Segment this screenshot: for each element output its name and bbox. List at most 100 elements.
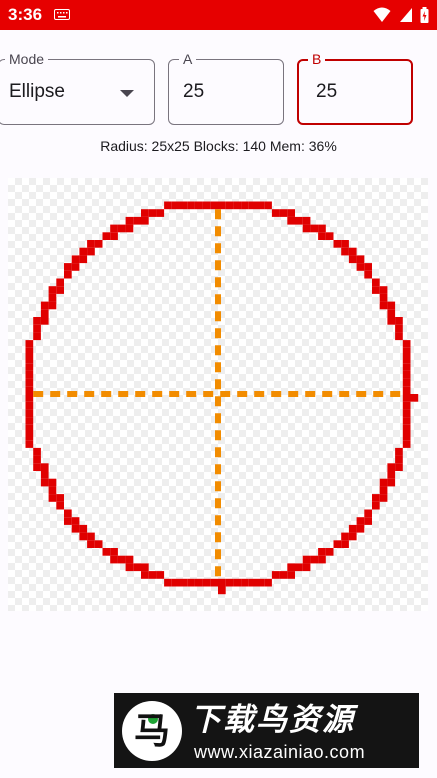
ad-banner[interactable]: 马 下载鸟资源 www.xiazainiao.com (114, 693, 419, 768)
outline-block (387, 463, 396, 471)
dropdown-arrow-icon[interactable] (120, 90, 134, 97)
status-bar: 3:36 (0, 0, 437, 30)
outline-block (148, 571, 157, 579)
outline-block (402, 401, 411, 410)
outline-block (402, 355, 411, 364)
outline-block (233, 578, 242, 587)
outline-block (318, 232, 326, 240)
outline-block (318, 224, 326, 233)
outline-block (241, 201, 249, 210)
radius-b-value[interactable]: 25 (316, 81, 337, 103)
outline-block (402, 409, 411, 418)
outline-block (341, 247, 349, 256)
outline-block (33, 332, 41, 341)
signal-icon (399, 8, 412, 22)
outline-block (379, 478, 388, 487)
radius-a-value[interactable]: 25 (183, 81, 204, 103)
outline-block (25, 409, 34, 418)
outline-block (372, 494, 380, 502)
outline-block (395, 317, 403, 325)
outline-block (395, 455, 403, 464)
drawing-canvas[interactable] (8, 178, 428, 611)
outline-block (256, 201, 265, 210)
outline-block (56, 286, 64, 294)
outline-block (302, 224, 311, 233)
outline-block (40, 478, 49, 487)
outline-block (194, 201, 203, 210)
outline-block (302, 216, 311, 225)
outline-block (179, 578, 188, 587)
outline-block (348, 524, 357, 533)
outline-block (356, 263, 365, 271)
outline-block (71, 517, 80, 525)
outline-block (40, 317, 49, 325)
status-icons (370, 7, 429, 23)
outline-block (25, 401, 34, 410)
outline-block (387, 301, 396, 310)
outline-block (356, 517, 365, 525)
outline-block (402, 432, 411, 441)
outline-block (56, 501, 64, 510)
outline-block (387, 309, 396, 317)
outline-block (133, 563, 141, 572)
outline-block (79, 255, 88, 264)
outline-block (110, 555, 118, 564)
outline-block (25, 378, 34, 387)
radius-a-field[interactable]: A 25 (168, 50, 284, 125)
outline-block (25, 340, 34, 348)
outline-block (187, 201, 195, 210)
outline-block (141, 571, 149, 579)
keyboard-icon (54, 9, 70, 20)
outline-block (179, 201, 188, 210)
outline-block (264, 201, 272, 210)
outline-block (395, 447, 403, 456)
outline-block (125, 555, 134, 564)
outline-block (287, 571, 295, 579)
outline-block (148, 209, 157, 217)
radius-b-field[interactable]: B 25 (297, 50, 413, 125)
wifi-icon (373, 7, 391, 22)
outline-block (348, 532, 357, 541)
ad-logo: 马 (122, 701, 182, 761)
outline-block (64, 509, 72, 518)
outline-block (25, 355, 34, 364)
outline-block (364, 517, 372, 525)
mode-label: Mode (5, 50, 49, 68)
outline-block (25, 347, 34, 356)
outline-block (387, 317, 396, 325)
outline-block (248, 201, 257, 210)
outline-block (110, 548, 118, 556)
outline-block (402, 417, 411, 425)
outline-block (64, 270, 72, 279)
outline-block (387, 471, 396, 479)
outline-block (333, 540, 342, 548)
outline-block (79, 532, 88, 541)
outline-block (302, 555, 311, 564)
outline-block (40, 309, 49, 317)
outline-block (156, 571, 165, 579)
outline-block (279, 571, 288, 579)
outline-block (25, 424, 34, 433)
outline-block (372, 278, 380, 287)
outline-block (241, 578, 249, 587)
outline-block (287, 563, 295, 572)
outline-block (79, 524, 88, 533)
outline-block (33, 324, 41, 333)
outline-block (117, 555, 126, 564)
outline-block (310, 555, 319, 564)
outline-block (379, 301, 388, 310)
outline-block (48, 478, 57, 487)
outline-block (372, 501, 380, 510)
outline-block (356, 524, 365, 533)
outline-block (25, 440, 34, 448)
outline-block (402, 394, 411, 402)
outline-block (171, 201, 180, 210)
outline-block (402, 386, 411, 394)
outline-block (379, 286, 388, 294)
outline-block (271, 209, 280, 217)
mode-dropdown[interactable]: Mode Ellipse (0, 50, 155, 125)
outline-block (56, 494, 64, 502)
outline-block (125, 563, 134, 572)
outline-block (225, 578, 234, 587)
outline-block (233, 201, 242, 210)
